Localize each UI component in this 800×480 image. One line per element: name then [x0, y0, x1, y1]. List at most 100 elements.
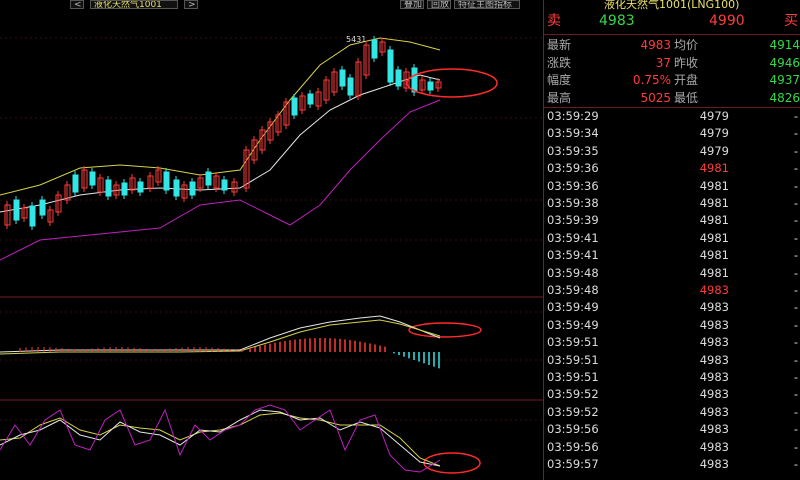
tick-price: 4981 [699, 196, 729, 210]
stat-label: 最高 [547, 90, 572, 105]
tick-time: 03:59:36 [547, 178, 599, 193]
tick-price: 4983 [699, 352, 729, 367]
tick-price: 4983 [699, 387, 729, 402]
tick-price: 4981 [699, 213, 729, 228]
candle-body [427, 81, 434, 91]
tick-price: 4979 [699, 126, 729, 141]
tick-row[interactable]: 03:59:52 4983 - [544, 404, 800, 421]
tick-time: 03:59:57 [547, 457, 599, 471]
candle-body [291, 97, 298, 116]
contract-title: 液化天然气1001(LNG100) [604, 0, 740, 11]
tick-row[interactable]: 03:59:29 4979 - [544, 108, 800, 125]
tick-time: 03:59:38 [547, 196, 599, 210]
candle-body [307, 93, 314, 105]
tick-row[interactable]: 03:59:48 4981 - [544, 265, 800, 282]
tick-time: 03:59:49 [547, 300, 599, 315]
tick-row[interactable]: 03:59:49 4983 - [544, 299, 800, 316]
tick-row[interactable]: 03:59:56 4983 - [544, 439, 800, 456]
tick-price: 4983 [699, 422, 729, 437]
tick-price: 4983 [699, 300, 729, 315]
tick-time: 03:59:48 [547, 265, 599, 280]
boll-mid-line [0, 74, 441, 213]
candle-body [189, 181, 196, 196]
tick-time: 03:59:35 [547, 143, 599, 158]
sell-label: 卖 [547, 13, 561, 29]
tick-price: 4981 [699, 230, 729, 245]
stat-row: 涨跌 37 昨收 4946 [544, 54, 800, 72]
candle-body [39, 199, 46, 216]
kdj-d-line [0, 412, 441, 467]
stat-label: 开盘 [674, 73, 699, 87]
stat-label: 均价 [674, 38, 699, 52]
stat-label: 昨收 [674, 55, 699, 70]
tick-volume: - [793, 387, 798, 402]
candle-body [395, 69, 402, 87]
tick-price: 4981 [699, 248, 729, 263]
tick-volume: - [793, 317, 798, 332]
quote-panel: 液化天然气1001(LNG100) 卖 4983 4990 买 最新 4983 均价… [543, 0, 800, 480]
candle-body [347, 77, 354, 96]
tick-time: 03:59:56 [547, 422, 599, 437]
tick-volume: - [793, 178, 798, 193]
tick-volume: - [793, 161, 798, 176]
candle-body [137, 181, 144, 193]
candle-body [105, 179, 112, 197]
tick-row[interactable]: 03:59:51 4983 - [544, 369, 800, 386]
tick-row[interactable]: 03:59:51 4983 - [544, 334, 800, 351]
best-quote-row[interactable]: 卖 4983 4990 买 [544, 12, 800, 30]
candle-body [221, 179, 228, 191]
candle-body [72, 174, 79, 193]
tick-row[interactable]: 03:59:41 4981 - [544, 247, 800, 264]
tick-volume: - [793, 404, 798, 419]
tick-row[interactable]: 03:59:38 4981 - [544, 195, 800, 212]
tick-time: 03:59:52 [547, 387, 599, 402]
buy-label: 买 [784, 13, 798, 29]
tick-price: 4983 [699, 439, 729, 454]
stat-label: 最低 [674, 90, 699, 105]
tick-row[interactable]: 03:59:35 4979 - [544, 143, 800, 160]
tick-volume: - [793, 283, 798, 297]
tick-row[interactable]: 03:59:49 4983 - [544, 317, 800, 334]
candle-body [29, 205, 36, 227]
macd-dea-line [0, 319, 441, 355]
tick-time: 03:59:49 [547, 317, 599, 332]
tick-row[interactable]: 03:59:52 4983 - [544, 386, 800, 403]
candle-body [411, 67, 418, 93]
tick-price: 4981 [699, 178, 729, 193]
tick-volume: - [793, 248, 798, 263]
tick-volume: - [793, 126, 798, 141]
chart-area[interactable]: < 液化天然气1001 > 叠加 回放 特征主图指标 5431 [0, 0, 543, 480]
buy-price: 4990 [709, 13, 745, 29]
tick-row[interactable]: 03:59:41 4981 - [544, 230, 800, 247]
separator [544, 34, 800, 35]
tick-time: 03:59:39 [547, 213, 599, 228]
sell-price: 4983 [599, 13, 635, 29]
tick-time: 03:59:51 [547, 335, 599, 350]
stat-row: 幅度 0.75% 开盘 4937 [544, 71, 800, 89]
tick-row[interactable]: 03:59:34 4979 - [544, 125, 800, 142]
candle-body [13, 199, 20, 221]
tick-price: 4979 [699, 109, 729, 123]
tick-row[interactable]: 03:59:51 4983 - [544, 352, 800, 369]
candle-body [339, 69, 346, 87]
tick-price: 4983 [699, 283, 729, 297]
stat-value: 5025 [640, 90, 671, 105]
tick-volume: - [793, 370, 798, 384]
stat-row: 最高 5025 最低 4826 [544, 89, 800, 107]
tick-volume: - [793, 109, 798, 123]
tick-time: 03:59:56 [547, 439, 599, 454]
tick-row[interactable]: 03:59:39 4981 - [544, 212, 800, 229]
tick-volume: - [793, 300, 798, 315]
candle-body [205, 171, 212, 186]
kline-chart[interactable]: 5431 [0, 0, 543, 480]
tick-row[interactable]: 03:59:56 4983 - [544, 421, 800, 438]
tick-row[interactable]: 03:59:36 4981 - [544, 160, 800, 177]
tick-row[interactable]: 03:59:48 4983 - [544, 282, 800, 299]
stat-label: 涨跌 [547, 55, 572, 70]
tick-row[interactable]: 03:59:36 4981 - [544, 178, 800, 195]
tick-row[interactable]: 03:59:57 4983 - [544, 456, 800, 473]
macd-dif-line [0, 315, 441, 353]
tick-volume: - [793, 265, 798, 280]
stat-label: 幅度 [547, 73, 572, 87]
tick-volume: - [793, 213, 798, 228]
